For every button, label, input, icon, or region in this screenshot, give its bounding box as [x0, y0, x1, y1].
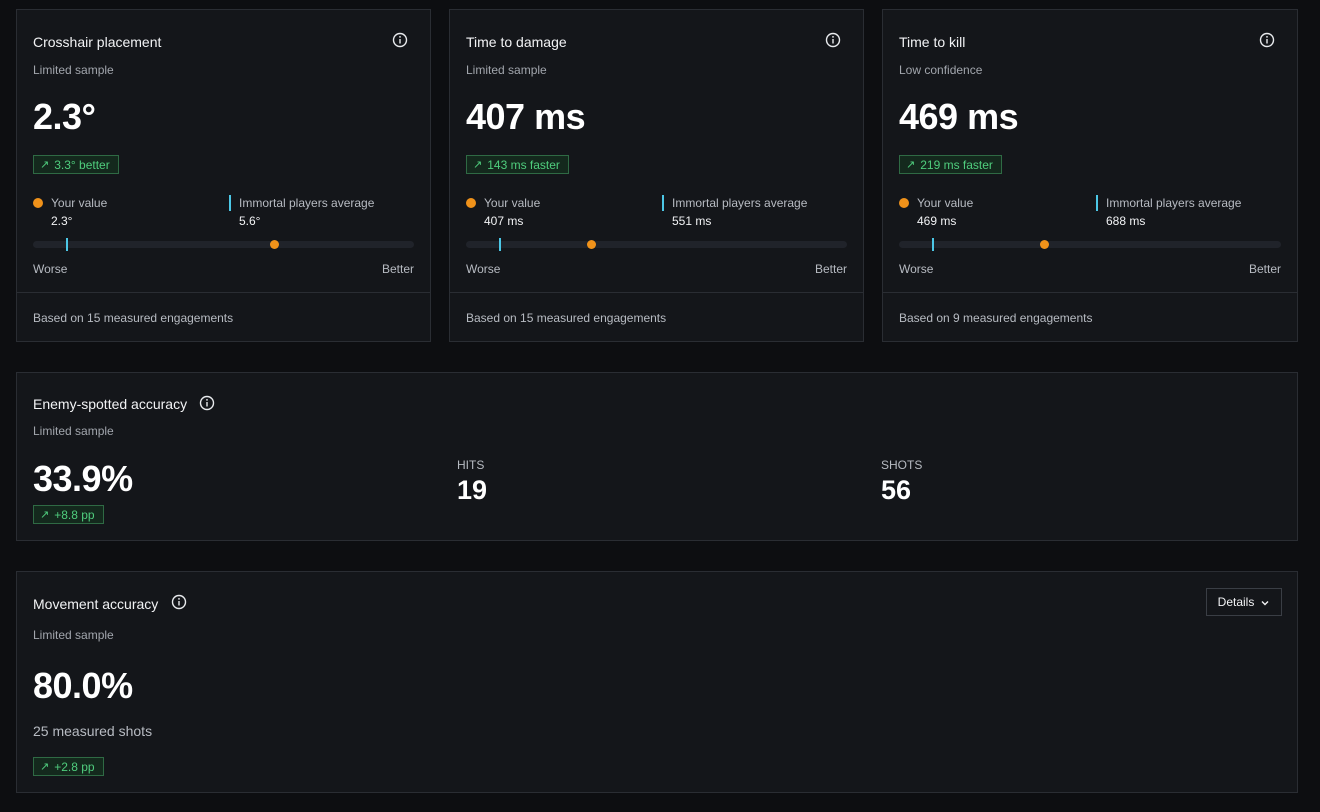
average-value: 5.6° [239, 214, 261, 228]
arrow-up-right-icon: ↗ [906, 159, 916, 171]
average-marker-icon [1096, 195, 1098, 211]
shots-value: 56 [881, 475, 912, 505]
card-footer: Based on 15 measured engagements [33, 311, 234, 325]
card-title: Time to damage [466, 34, 567, 50]
card-title: Movement accuracy [33, 596, 159, 612]
your-value-dot-icon [466, 198, 476, 208]
better-label: Better [1248, 262, 1281, 276]
worse-label: Worse [33, 262, 68, 276]
metric-value: 407 ms [466, 96, 586, 137]
average-label: Immortal players average [239, 196, 375, 210]
metric-value: 2.3° [33, 96, 96, 137]
average-value: 551 ms [672, 214, 712, 228]
your-value-dot-icon [899, 198, 909, 208]
average-label: Immortal players average [672, 196, 808, 210]
delta-text: +8.8 pp [54, 507, 95, 522]
card-divider [17, 292, 430, 293]
info-icon[interactable] [171, 594, 187, 610]
your-value-dot [270, 240, 280, 249]
delta-badge: ↗ 3.3° better [33, 155, 119, 174]
better-label: Better [381, 262, 414, 276]
average-marker [932, 238, 935, 251]
metric-card-crosshair-placement: Crosshair placement Limited sample 2.3° … [16, 9, 431, 342]
arrow-up-right-icon: ↗ [40, 159, 50, 171]
your-value-dot [1039, 240, 1049, 249]
card-title: Time to kill [899, 34, 966, 50]
details-button[interactable]: Details [1206, 588, 1282, 616]
delta-text: 3.3° better [54, 157, 110, 172]
enemy-spotted-accuracy-card: Enemy-spotted accuracy Limited sample 33… [16, 372, 1298, 541]
your-value-dot-icon [33, 198, 43, 208]
worse-label: Worse [466, 262, 501, 276]
average-label: Immortal players average [1106, 196, 1242, 210]
delta-text: +2.8 pp [54, 759, 95, 774]
arrow-up-right-icon: ↗ [40, 761, 50, 773]
metric-value: 469 ms [899, 96, 1019, 137]
accuracy-value: 33.9% [33, 458, 133, 499]
your-value-dot [587, 240, 597, 249]
shots-label: SHOTS [881, 458, 923, 472]
delta-badge: ↗ +8.8 pp [33, 505, 104, 524]
average-marker-icon [662, 195, 664, 211]
delta-text: 219 ms faster [920, 157, 993, 172]
info-icon[interactable] [199, 395, 215, 411]
your-value-label: Your value [917, 196, 974, 210]
hits-label: HITS [457, 458, 485, 472]
average-marker [66, 238, 69, 251]
card-footer: Based on 15 measured engagements [466, 311, 667, 325]
better-label: Better [814, 262, 847, 276]
confidence-label: Limited sample [466, 63, 547, 77]
card-title: Crosshair placement [33, 34, 162, 50]
info-icon[interactable] [1259, 32, 1275, 48]
confidence-label: Limited sample [33, 63, 114, 77]
delta-badge: ↗ 219 ms faster [899, 155, 1002, 174]
info-icon[interactable] [392, 32, 408, 48]
comparison-track [33, 238, 414, 251]
average-value: 688 ms [1106, 214, 1146, 228]
hits-value: 19 [457, 475, 488, 505]
info-icon[interactable] [825, 32, 841, 48]
your-value: 407 ms [484, 214, 524, 228]
average-marker-icon [229, 195, 231, 211]
card-title: Enemy-spotted accuracy [33, 396, 188, 412]
card-divider [450, 292, 863, 293]
confidence-label: Low confidence [899, 63, 983, 77]
comparison-track [899, 238, 1281, 251]
your-value: 2.3° [51, 214, 73, 228]
chevron-down-icon [1260, 597, 1270, 607]
delta-badge: ↗ +2.8 pp [33, 757, 104, 776]
movement-accuracy-card: Movement accuracy Details Limited sample… [16, 571, 1298, 793]
metric-card-time-to-kill: Time to kill Low confidence 469 ms ↗ 219… [882, 9, 1298, 342]
accuracy-value: 80.0% [33, 665, 133, 706]
confidence-label: Limited sample [33, 424, 114, 438]
card-footer: Based on 9 measured engagements [899, 311, 1093, 325]
your-value-label: Your value [51, 196, 108, 210]
delta-badge: ↗ 143 ms faster [466, 155, 569, 174]
comparison-track [466, 238, 847, 251]
metric-card-time-to-damage: Time to damage Limited sample 407 ms ↗ 1… [449, 9, 864, 342]
confidence-label: Limited sample [33, 628, 114, 642]
delta-text: 143 ms faster [487, 157, 560, 172]
card-divider [883, 292, 1297, 293]
details-label: Details [1217, 595, 1255, 609]
your-value-label: Your value [484, 196, 541, 210]
your-value: 469 ms [917, 214, 957, 228]
arrow-up-right-icon: ↗ [473, 159, 483, 171]
worse-label: Worse [899, 262, 934, 276]
average-marker [499, 238, 502, 251]
measured-shots-text: 25 measured shots [33, 723, 153, 739]
arrow-up-right-icon: ↗ [40, 509, 50, 521]
